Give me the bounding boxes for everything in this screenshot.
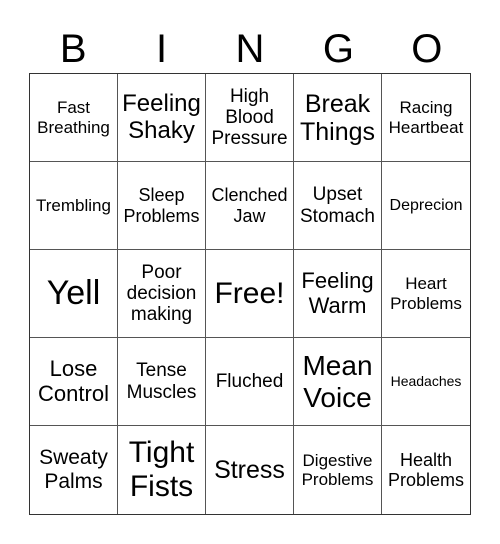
bingo-cell[interactable]: High Blood Pressure	[206, 74, 294, 162]
bingo-cell[interactable]: Mean Voice	[294, 338, 382, 426]
cell-text: Headaches	[390, 372, 462, 389]
bingo-cell[interactable]: Trembling	[30, 162, 118, 250]
cell-text: Feeling Shaky	[122, 89, 201, 144]
cell-text: Deprecion	[389, 196, 463, 214]
bingo-cell[interactable]: Poor decision making	[118, 250, 206, 338]
cell-text: Racing Heartbeat	[388, 98, 464, 137]
cell-text: Yell	[46, 274, 101, 313]
bingo-cell[interactable]: Feeling Shaky	[118, 74, 206, 162]
bingo-cell[interactable]: Deprecion	[382, 162, 470, 250]
bingo-cell[interactable]: Feeling Warm	[294, 250, 382, 338]
cell-text: Fast Breathing	[37, 98, 110, 137]
header-letter-i: I	[156, 27, 168, 71]
cell-text: Digestive Problems	[301, 450, 374, 489]
header-letter-b: B	[59, 27, 87, 71]
bingo-cell[interactable]: Digestive Problems	[294, 426, 382, 514]
cell-text: Upset Stomach	[300, 184, 375, 227]
header-letter-n: N	[235, 27, 265, 71]
cell-text: Fluched	[215, 370, 284, 392]
cell-text: Tight Fists	[128, 436, 195, 503]
bingo-cell[interactable]: Racing Heartbeat	[382, 74, 470, 162]
bingo-cell[interactable]: Fast Breathing	[30, 74, 118, 162]
cell-text: Heart Problems	[390, 274, 462, 313]
cell-text: Health Problems	[387, 449, 465, 490]
bingo-cell[interactable]: Stress	[206, 426, 294, 514]
bingo-cell[interactable]: Tense Muscles	[118, 338, 206, 426]
bingo-card-grid: Fast Breathing Feeling Shaky High Blood …	[29, 73, 471, 515]
cell-text: Free!	[214, 276, 285, 310]
cell-text: Trembling	[36, 195, 111, 215]
bingo-cell[interactable]: Clenched Jaw	[206, 162, 294, 250]
cell-text: Sleep Problems	[123, 185, 200, 226]
bingo-header: B I N G O	[29, 26, 471, 72]
cell-text: Feeling Warm	[301, 267, 374, 318]
cell-text: Clenched Jaw	[211, 185, 288, 226]
bingo-cell free-space[interactable]: Free!	[206, 250, 294, 338]
cell-text: Mean Voice	[302, 350, 373, 413]
header-letter-o: O	[411, 27, 443, 71]
cell-text: Sweaty Palms	[39, 446, 108, 493]
bingo-cell[interactable]: Yell	[30, 250, 118, 338]
cell-text: Tense Muscles	[126, 360, 197, 403]
cell-text: Poor decision making	[126, 261, 197, 326]
bingo-cell[interactable]: Sleep Problems	[118, 162, 206, 250]
bingo-cell[interactable]: Lose Control	[30, 338, 118, 426]
bingo-cell[interactable]: Tight Fists	[118, 426, 206, 514]
cell-text: Break Things	[299, 89, 376, 146]
bingo-cell[interactable]: Upset Stomach	[294, 162, 382, 250]
cell-text: Lose Control	[38, 355, 109, 406]
bingo-cell[interactable]: Health Problems	[382, 426, 470, 514]
bingo-cell[interactable]: Headaches	[382, 338, 470, 426]
bingo-cell[interactable]: Heart Problems	[382, 250, 470, 338]
bingo-cell[interactable]: Break Things	[294, 74, 382, 162]
cell-text: High Blood Pressure	[211, 85, 288, 150]
bingo-cell[interactable]: Fluched	[206, 338, 294, 426]
cell-text: Stress	[214, 456, 285, 484]
header-letter-g: G	[322, 27, 354, 71]
bingo-cell[interactable]: Sweaty Palms	[30, 426, 118, 514]
